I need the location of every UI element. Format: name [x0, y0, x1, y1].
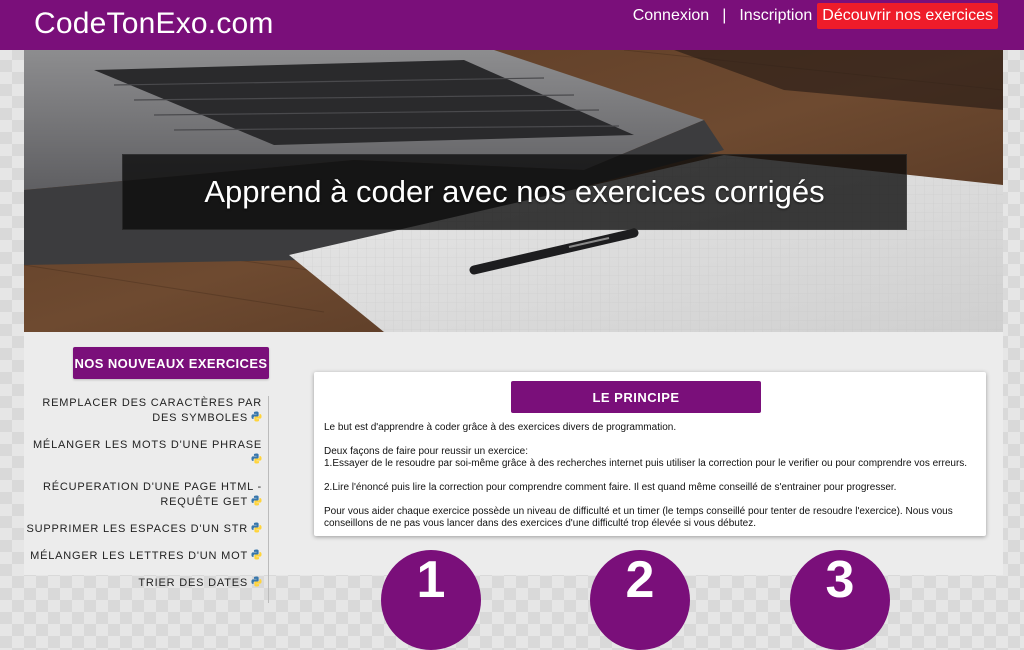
- principle-way-2: 2.Lire l'énoncé puis lire la correction …: [324, 482, 897, 493]
- python-icon: [251, 576, 262, 587]
- principle-intro: Le but est d'apprendre à coder grâce à d…: [324, 422, 677, 433]
- exercise-label[interactable]: Mélanger les lettres d'un mot: [30, 550, 248, 562]
- exercise-label[interactable]: Remplacer des caractères par des symbole…: [42, 397, 262, 424]
- principle-help: Pour vous aider chaque exercice possède …: [324, 506, 953, 529]
- exercise-item[interactable]: Mélanger les mots d'une phrase: [24, 438, 268, 480]
- principle-ways-heading: Deux façons de faire pour reussir un exe…: [324, 446, 528, 457]
- main-content: NOS NOUVEAUX EXERCICES Remplacer des car…: [24, 332, 1003, 650]
- top-nav: Connexion | Inscription Découvrir nos ex…: [633, 2, 998, 30]
- step-2-circle: 2: [590, 550, 690, 650]
- step-1-circle: 1: [381, 550, 481, 650]
- register-link[interactable]: Inscription: [739, 7, 812, 25]
- principle-button[interactable]: LE PRINCIPE: [511, 381, 761, 413]
- hero-title-box: Apprend à coder avec nos exercices corri…: [122, 154, 907, 230]
- step-3-circle: 3: [790, 550, 890, 650]
- principle-card: LE PRINCIPE Le but est d'apprendre à cod…: [314, 372, 986, 536]
- step-number: 3: [825, 551, 855, 609]
- exercise-label[interactable]: Récuperation d'une page HTML - requête G…: [43, 481, 262, 508]
- hero-banner: Apprend à coder avec nos exercices corri…: [24, 50, 1003, 332]
- exercise-item[interactable]: Supprimer les espaces d'un str: [24, 522, 268, 549]
- step-number: 1: [416, 551, 446, 609]
- python-icon: [251, 495, 262, 506]
- principle-way-1: 1.Essayer de le resoudre par soi-même gr…: [324, 458, 968, 469]
- exercise-item[interactable]: Trier des dates: [24, 576, 268, 603]
- new-exercises-button[interactable]: NOS NOUVEAUX EXERCICES: [73, 347, 269, 379]
- discover-exercises-button[interactable]: Découvrir nos exercices: [817, 3, 998, 29]
- exercise-label[interactable]: Mélanger les mots d'une phrase: [33, 439, 262, 451]
- new-exercises-list: Remplacer des caractères par des symbole…: [24, 396, 269, 603]
- python-icon: [251, 453, 262, 464]
- step-number: 2: [625, 551, 655, 609]
- python-icon: [251, 549, 262, 560]
- exercise-item[interactable]: Mélanger les lettres d'un mot: [24, 549, 268, 576]
- principle-text: Le but est d'apprendre à coder grâce à d…: [324, 422, 978, 542]
- login-link[interactable]: Connexion: [633, 7, 710, 25]
- site-logo[interactable]: CodeTonExo.com: [34, 6, 274, 42]
- exercise-item[interactable]: Récuperation d'une page HTML - requête G…: [24, 480, 268, 522]
- exercise-label[interactable]: Supprimer les espaces d'un str: [27, 523, 249, 535]
- exercise-item[interactable]: Remplacer des caractères par des symbole…: [24, 396, 268, 438]
- python-icon: [251, 522, 262, 533]
- hero-title: Apprend à coder avec nos exercices corri…: [204, 174, 825, 209]
- exercise-label[interactable]: Trier des dates: [138, 577, 248, 589]
- header-bar: CodeTonExo.com Connexion | Inscription D…: [0, 0, 1024, 50]
- python-icon: [251, 411, 262, 422]
- nav-separator: |: [722, 7, 727, 24]
